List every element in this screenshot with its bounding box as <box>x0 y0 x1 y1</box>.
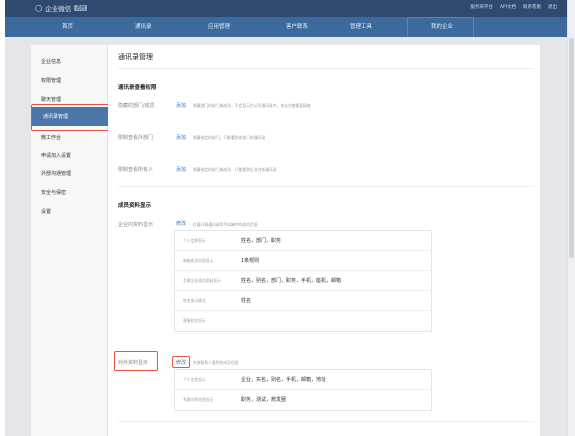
config-value: 姓名，别名，部门，职务，手机，座机，邮箱 <box>241 278 342 284</box>
scrollbar[interactable] <box>567 0 575 436</box>
config-value: 1条规则 <box>241 258 260 264</box>
nav-contacts[interactable]: 通讯录 <box>135 22 152 30</box>
perm-row-label-limit-dept: 限制查看外部门 <box>118 135 154 141</box>
config-key: 专属对外信息显示 <box>183 397 214 402</box>
config-row: 个人信息显示 企业，实名，别名，手机，邮箱，地址 <box>175 370 431 390</box>
config-row: 互联企业成员资料显示 姓名，别名，部门，职务，手机，座机，邮箱 <box>175 271 431 291</box>
internal-display-label: 企业内资料显示 <box>118 222 154 228</box>
divider <box>118 186 534 187</box>
config-row: 邮箱成员内容显示 1条规则 <box>175 251 431 271</box>
external-config-box: 个人信息显示 企业，实名，别名，手机，邮箱，地址 专属对外信息显示 职务，测试，… <box>174 369 432 411</box>
chat-bubble-icon: ◯ <box>35 4 43 12</box>
app-badge: 后台 <box>74 5 88 11</box>
nav-home[interactable]: 首页 <box>62 22 73 30</box>
perm-hint-hidden: 隐藏部门的部门或成员，不会显示在公司通讯录中，仅允许查看直接被 <box>193 103 311 108</box>
config-key: 互联企业成员资料显示 <box>183 278 221 283</box>
sidebar-item-external-comm[interactable]: 外部沟通管理 <box>41 170 71 177</box>
sidebar-highlight <box>31 104 110 131</box>
config-key: 个人信息显示 <box>183 377 206 382</box>
nav-tools[interactable]: 管理工具 <box>350 22 372 30</box>
perm-row-label-limit-all: 限制查看所有人 <box>118 167 154 173</box>
divider <box>118 68 534 69</box>
config-row: 直接姓名显示 <box>175 311 431 331</box>
nav-customer[interactable]: 客户联系 <box>286 22 308 30</box>
section-title-perm: 通讯录查看权限 <box>118 85 157 91</box>
scrollbar-thumb[interactable] <box>569 38 574 258</box>
divider <box>118 421 534 422</box>
config-value: 企业，实名，别名，手机，邮箱，地址 <box>241 377 327 383</box>
edit-external-highlight <box>172 356 190 368</box>
nav-apps[interactable]: 应用管理 <box>208 22 230 30</box>
add-hidden-button[interactable]: 添加 <box>176 102 186 109</box>
perm-row-label-hidden: 隐藏的部门/成员 <box>118 103 155 109</box>
main-nav: 首页 通讯录 应用管理 客户联系 管理工具 我的企业 <box>5 17 567 37</box>
top-bar: ◯ 企业微信 后台 服务商平台 API文档 联系客服 退出 <box>5 0 567 17</box>
add-limit-dept-button[interactable]: 添加 <box>176 134 186 141</box>
page-title: 通讯录管理 <box>118 53 153 61</box>
app-name: 企业微信 <box>45 5 72 13</box>
sidebar-item-join-settings[interactable]: 申请加入设置 <box>41 152 71 159</box>
top-link-vendor[interactable]: 服务商平台 <box>470 4 493 10</box>
config-key: 个人信息显示 <box>183 238 206 243</box>
sidebar-item-settings[interactable]: 设置 <box>41 208 51 215</box>
top-links: 服务商平台 API文档 联系客服 退出 <box>470 4 557 10</box>
internal-config-box: 个人信息显示 姓名，部门，职务 邮箱成员内容显示 1条规则 互联企业成员资料显示… <box>174 230 432 332</box>
config-row: 个人信息显示 姓名，部门，职务 <box>175 231 431 251</box>
perm-hint-limit-all: 隐藏指定的部门或成员，只能看到企业内有通讯录 <box>193 167 277 172</box>
config-value: 姓名，部门，职务 <box>241 238 282 244</box>
sidebar-item-workbench[interactable]: 微工作台 <box>41 134 61 141</box>
sidebar-item-chat[interactable]: 聊天管理 <box>41 96 61 103</box>
add-limit-all-button[interactable]: 添加 <box>176 166 186 173</box>
top-link-logout[interactable]: 退出 <box>548 4 557 10</box>
config-value: 职务，测试，赠发圈 <box>241 397 287 403</box>
external-label-highlight <box>114 351 158 371</box>
section-title-member: 成员资料显示 <box>118 203 152 209</box>
sidebar-item-company-info[interactable]: 企业信息 <box>41 58 61 65</box>
config-key: 直接姓名显示 <box>183 318 206 323</box>
config-row: 专属对外信息显示 职务，测试，赠发圈 <box>175 390 431 410</box>
edit-internal-button[interactable]: 修改 <box>176 220 186 227</box>
sidebar-item-security[interactable]: 安全与保密 <box>41 189 66 196</box>
config-row: 姓名显示模式 姓名 <box>175 291 431 311</box>
internal-hint: 在展开规通讯录和手机端中的成员信息 <box>193 222 258 227</box>
sidebar-item-permissions[interactable]: 权限管理 <box>41 77 61 84</box>
config-key: 姓名显示模式 <box>183 298 206 303</box>
app-logo[interactable]: ◯ 企业微信 后台 <box>35 3 88 13</box>
config-key: 邮箱成员内容显示 <box>183 258 214 263</box>
top-link-api[interactable]: API文档 <box>500 4 516 10</box>
perm-hint-limit-dept: 隐藏指定的部门，只能看到本部门的通讯录 <box>193 135 266 140</box>
external-hint: 外部联系人看到的成员信息 <box>193 360 239 365</box>
top-link-support[interactable]: 联系客服 <box>523 4 541 10</box>
config-value: 姓名 <box>241 298 252 304</box>
